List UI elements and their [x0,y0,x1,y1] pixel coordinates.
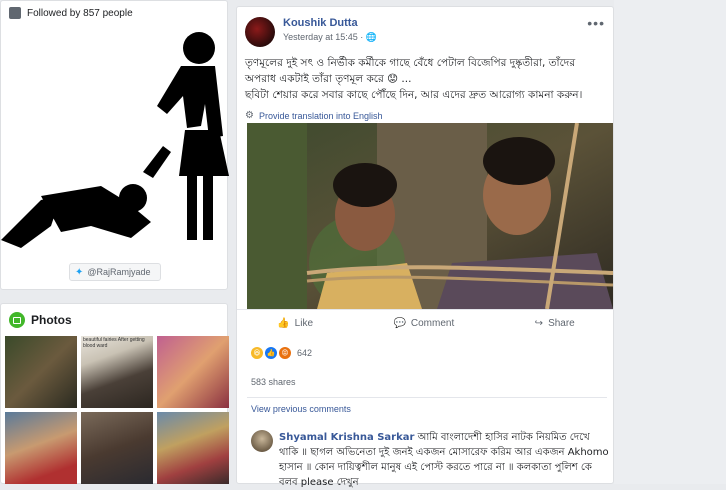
comment-body: Shyamal Krishna Sarkar আমি বাংলাদেশী হাস… [279,430,611,490]
page-info-card: Followed by 857 people ✦ @RajRamjyade [0,0,229,290]
photos-header[interactable]: Photos [1,304,227,336]
twitter-handle: @RajRamjyade [87,267,151,277]
share-label: Share [548,318,575,329]
reaction-count: 642 [297,348,313,358]
post-meta: Yesterday at 15:45 · 🌐 [283,32,377,43]
feed-post: Koushik Dutta Yesterday at 15:45 · 🌐 •••… [236,6,615,488]
author-name[interactable]: Koushik Dutta [283,17,377,29]
share-count[interactable]: 583 shares [251,377,296,387]
angry-reaction-icon: 😡 [279,347,291,359]
followers-icon [9,7,21,19]
translate-link[interactable]: ⚙ Provide translation into English [245,110,383,121]
photos-card: Photos beautiful fairies After getting b… [0,303,229,484]
globe-icon: · 🌐 [360,32,377,42]
photo-thumbnail[interactable]: beautiful fairies After getting blood wa… [81,336,153,408]
photos-title: Photos [31,313,72,327]
photo-thumbnail[interactable] [5,412,77,484]
post-photo[interactable] [247,123,613,309]
translate-label: Provide translation into English [258,110,383,121]
post-text-line: তৃণমূলের দুই সৎ ও নির্ভীক কর্মীকে গাছে ব… [245,57,576,85]
post-actions: 👍 Like 💬 Comment ↪ Share [237,309,615,337]
thumbs-up-icon: 👍 [277,318,290,329]
followed-text: Followed by 857 people [27,7,133,19]
divider [247,397,607,398]
like-reaction-icon: 👍 [265,347,277,359]
twitter-handle-badge[interactable]: ✦ @RajRamjyade [69,263,161,281]
left-column: Followed by 857 people ✦ @RajRamjyade Ph… [0,0,230,484]
gear-icon: ⚙ [245,110,254,121]
photos-icon [9,312,25,328]
photo-thumbnail[interactable] [81,412,153,484]
commenter-name[interactable]: Shyamal Krishna Sarkar [279,432,414,443]
comment-icon: 💬 [393,318,406,329]
post-header: Koushik Dutta Yesterday at 15:45 · 🌐 [245,17,377,47]
photo-caption: beautiful fairies After getting blood wa… [83,337,145,349]
like-label: Like [294,318,314,329]
share-icon: ↪ [534,318,544,329]
comment-button[interactable]: 💬 Comment [393,318,454,329]
photo-thumbnail[interactable] [157,336,229,408]
photo-thumbnail[interactable] [5,336,77,408]
photo-thumbnail[interactable] [157,412,229,484]
pictogram-image [1,32,229,248]
twitter-icon: ✦ [75,266,84,278]
post-timestamp[interactable]: Yesterday at 15:45 [283,32,358,42]
haha-reaction-icon: 😆 [251,347,263,359]
comment-label: Comment [410,318,455,329]
more-options-icon[interactable]: ••• [587,15,605,31]
right-background [614,0,726,484]
commenter-avatar[interactable] [251,430,273,452]
like-button[interactable]: 👍 Like [277,318,313,329]
author-avatar[interactable] [245,17,275,47]
reactions-summary[interactable]: 😆 👍 😡 642 [251,347,312,359]
post-text-line: ছবিটা শেয়ার করে সবার কাছে পৌঁছে দিন, আর… [245,89,583,101]
share-button[interactable]: ↪ Share [535,318,575,329]
post-text: তৃণমূলের দুই সৎ ও নির্ভীক কর্মীকে গাছে ব… [245,55,605,103]
view-previous-comments-link[interactable]: View previous comments [251,404,351,414]
followed-row: Followed by 857 people [1,1,227,25]
photo-grid: beautiful fairies After getting blood wa… [1,336,229,484]
comment-item: Shyamal Krishna Sarkar আমি বাংলাদেশী হাস… [251,430,611,490]
